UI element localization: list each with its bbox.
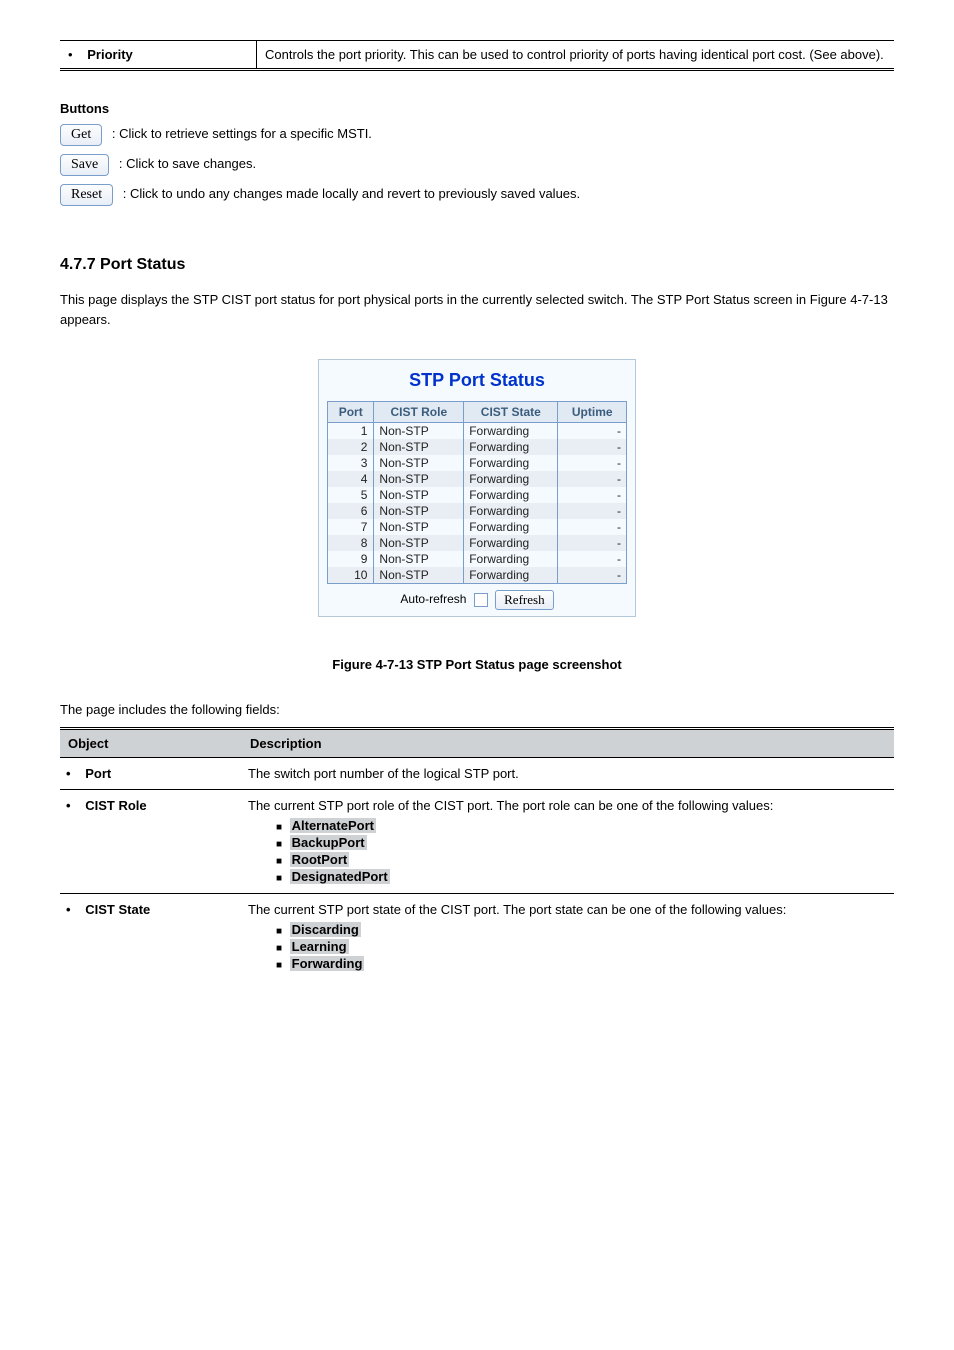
list-item: ■ Discarding [276, 921, 888, 938]
desc-hdr-object: Object [60, 729, 242, 758]
table-row: 9Non-STPForwarding- [328, 551, 627, 567]
list-item: ■ Learning [276, 938, 888, 955]
stp-header-0: Port [328, 402, 374, 423]
stp-panel: STP Port Status PortCIST RoleCIST StateU… [318, 359, 636, 617]
list-item: ■ Forwarding [276, 955, 888, 972]
priority-row-table: • Priority Controls the port priority. T… [60, 40, 894, 71]
cistrole-list: ■ AlternatePort■ BackupPort■ RootPort■ D… [248, 817, 888, 885]
save-desc: : Click to save changes. [119, 156, 256, 171]
stp-header-2: CIST State [464, 402, 558, 423]
section-body: This page displays the STP CIST port sta… [60, 290, 894, 329]
table-row: 4Non-STPForwarding- [328, 471, 627, 487]
table-row: 8Non-STPForwarding- [328, 535, 627, 551]
desc-hdr-description: Description [242, 729, 894, 758]
table-row: 5Non-STPForwarding- [328, 487, 627, 503]
stp-header-1: CIST Role [374, 402, 464, 423]
figure-caption: Figure 4-7-13 STP Port Status page scree… [60, 657, 894, 672]
obj-port-desc: The switch port number of the logical ST… [242, 758, 894, 790]
reset-desc: : Click to undo any changes made locally… [123, 186, 580, 201]
list-item: ■ RootPort [276, 851, 888, 868]
priority-desc: Controls the port priority. This can be … [257, 41, 895, 69]
table-row: 1Non-STPForwarding- [328, 423, 627, 440]
auto-refresh-checkbox[interactable] [474, 593, 488, 607]
section-heading: 4.7.7 Port Status [60, 256, 894, 274]
save-button[interactable]: Save [60, 154, 109, 176]
obj-ciststate-lead: The current STP port state of the CIST p… [248, 902, 786, 917]
stp-header-3: Uptime [558, 402, 627, 423]
obj-cistrole: CIST Role [85, 798, 146, 813]
refresh-button[interactable]: Refresh [495, 590, 553, 610]
desc-table: Object Description • Port The switch por… [60, 727, 894, 980]
table-row: 3Non-STPForwarding- [328, 455, 627, 471]
desc-intro: The page includes the following fields: [60, 702, 894, 717]
table-row: 10Non-STPForwarding- [328, 567, 627, 584]
auto-refresh-label: Auto-refresh [400, 592, 466, 606]
get-desc: : Click to retrieve settings for a speci… [112, 126, 372, 141]
priority-label: Priority [87, 47, 133, 62]
stp-table: PortCIST RoleCIST StateUptime 1Non-STPFo… [327, 401, 627, 584]
table-row: 7Non-STPForwarding- [328, 519, 627, 535]
obj-port: Port [85, 766, 111, 781]
get-button[interactable]: Get [60, 124, 102, 146]
list-item: ■ DesignatedPort [276, 868, 888, 885]
obj-ciststate: CIST State [85, 902, 150, 917]
list-item: ■ AlternatePort [276, 817, 888, 834]
table-row: 6Non-STPForwarding- [328, 503, 627, 519]
reset-button[interactable]: Reset [60, 184, 113, 206]
ciststate-list: ■ Discarding■ Learning■ Forwarding [248, 921, 888, 972]
obj-cistrole-lead: The current STP port role of the CIST po… [248, 798, 773, 813]
table-row: 2Non-STPForwarding- [328, 439, 627, 455]
buttons-heading: Buttons [60, 101, 894, 116]
stp-panel-title: STP Port Status [327, 370, 627, 391]
list-item: ■ BackupPort [276, 834, 888, 851]
